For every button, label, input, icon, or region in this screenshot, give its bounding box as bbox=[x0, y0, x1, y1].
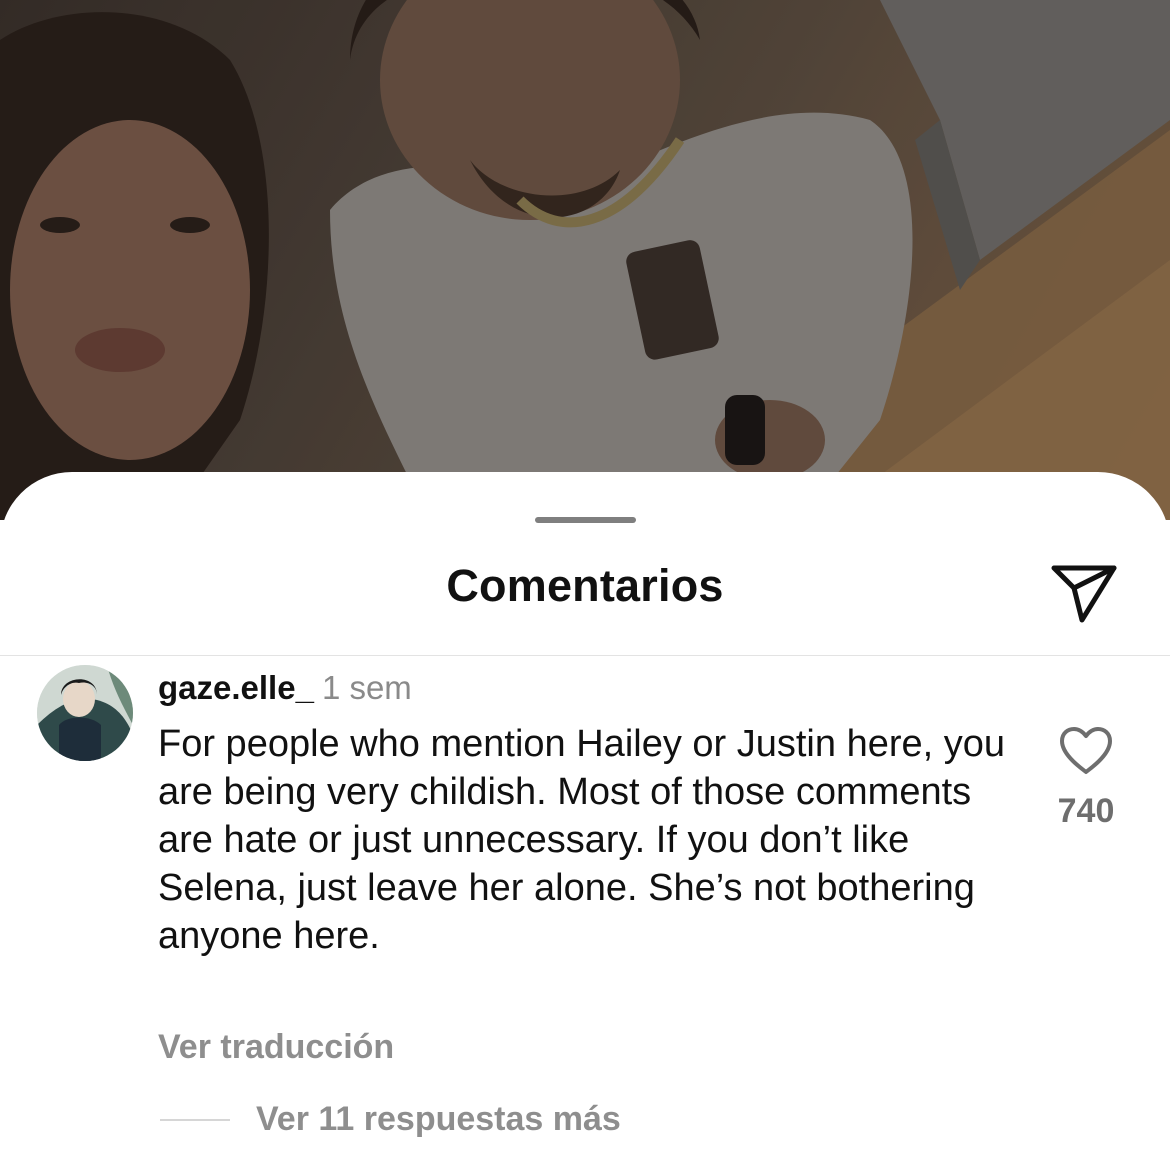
see-translation-link[interactable]: Ver traducción bbox=[158, 1028, 394, 1067]
avatar[interactable] bbox=[37, 665, 133, 761]
comment-header: gaze.elle_ 1 sem bbox=[158, 668, 412, 708]
comment-timestamp: 1 sem bbox=[321, 669, 412, 706]
heart-icon[interactable] bbox=[1058, 726, 1114, 776]
comments-sheet: Comentarios gaze.elle_ 1 sem For people w… bbox=[0, 472, 1170, 1170]
post-photo-background bbox=[0, 0, 1170, 520]
paper-plane-icon[interactable] bbox=[1046, 554, 1122, 630]
like-count: 740 bbox=[1057, 792, 1115, 830]
screen: Comentarios gaze.elle_ 1 sem For people w… bbox=[0, 0, 1170, 1170]
sheet-title: Comentarios bbox=[446, 560, 724, 611]
comment-text: For people who mention Hailey or Justin … bbox=[158, 723, 1006, 957]
photo-illustration bbox=[0, 0, 1170, 520]
sheet-grabber-handle[interactable] bbox=[535, 517, 636, 523]
replies-divider-line bbox=[160, 1119, 230, 1121]
comment-username[interactable]: gaze.elle_ bbox=[158, 669, 314, 706]
header-divider bbox=[0, 655, 1170, 656]
view-replies-button[interactable]: Ver 11 respuestas más bbox=[256, 1100, 621, 1139]
